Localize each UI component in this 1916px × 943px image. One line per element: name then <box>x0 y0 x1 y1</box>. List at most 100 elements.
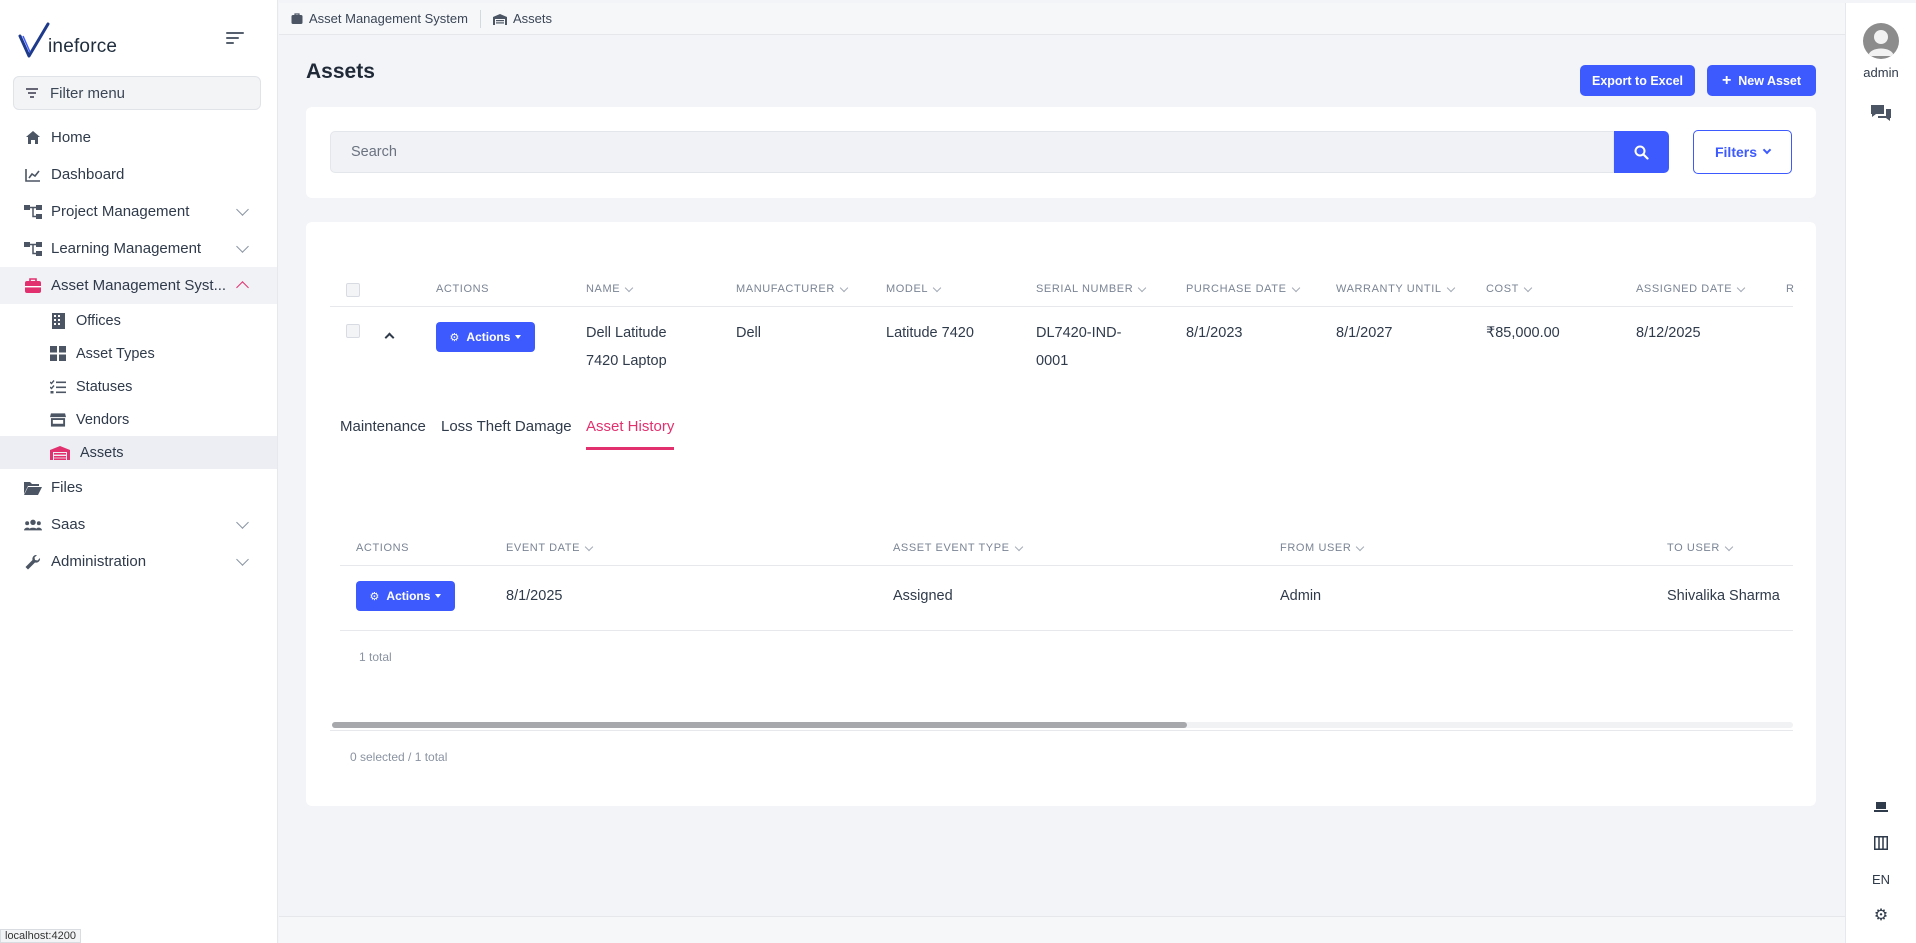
column-header-purchase-date[interactable]: Purchase Date <box>1186 283 1300 295</box>
sidebar-item-label: Home <box>51 129 92 146</box>
sidebar-subitem-label: Asset Types <box>76 345 155 362</box>
tab-label: Asset History <box>586 418 675 435</box>
collapse-row-chevron-up-icon[interactable] <box>384 332 395 343</box>
cell-name-line-2: 7420 Laptop <box>586 353 667 369</box>
column-header-label: From User <box>1280 542 1352 554</box>
sidebar-collapse-icon[interactable] <box>226 30 246 46</box>
horizontal-scrollbar-thumb[interactable] <box>332 722 1187 728</box>
sidebar-item-dashboard[interactable]: Dashboard <box>0 156 277 193</box>
search-button[interactable] <box>1614 131 1669 173</box>
caret-down-icon <box>515 335 522 339</box>
plus-icon: + <box>1721 71 1732 89</box>
logo-v-mark <box>18 22 50 58</box>
selection-summary: 0 selected / 1 total <box>350 750 448 764</box>
laptop-icon[interactable] <box>1846 801 1916 813</box>
history-column-header-event-date[interactable]: Event Date <box>506 542 594 554</box>
sidebar-item-asset-management[interactable]: Asset Management Syst... <box>0 267 277 304</box>
sidebar: ineforce Filter menu Home Dashboard Proj… <box>0 0 278 943</box>
column-header-model[interactable]: Model <box>886 283 942 295</box>
column-header-serial-number[interactable]: Serial Number <box>1036 283 1147 295</box>
sidebar-subitem-label: Offices <box>76 312 121 329</box>
user-name[interactable]: admin <box>1846 65 1916 80</box>
tab-asset-history[interactable]: Asset History <box>586 418 674 435</box>
chart-line-icon <box>24 166 42 184</box>
column-header-label: R <box>1786 283 1795 295</box>
user-avatar-icon <box>1868 30 1894 56</box>
sidebar-subitem-statuses[interactable]: Statuses <box>0 370 277 403</box>
column-header-label: Event Date <box>506 542 581 554</box>
sort-chevron-icon <box>932 283 942 292</box>
table-footer-divider <box>330 730 1793 731</box>
avatar[interactable] <box>1863 23 1899 59</box>
page-footer <box>279 916 1845 943</box>
actions-button-label: Actions <box>386 589 431 603</box>
breadcrumb-item-asset-management[interactable]: Asset Management System <box>291 11 468 26</box>
chat-icon[interactable] <box>1846 103 1916 123</box>
sidebar-subitem-assets[interactable]: Assets <box>0 436 277 469</box>
sidebar-subitem-asset-types[interactable]: Asset Types <box>0 337 277 370</box>
tab-label: Loss Theft Damage <box>441 418 572 435</box>
history-column-header-to-user[interactable]: To User <box>1667 542 1734 554</box>
toolbox-icon <box>24 277 42 295</box>
chevron-down-icon <box>236 203 249 216</box>
search-input[interactable]: Search <box>330 131 1614 173</box>
history-column-header-actions: Actions <box>356 542 409 554</box>
sidebar-subitem-offices[interactable]: Offices <box>0 304 277 337</box>
column-header-warranty-until[interactable]: Warranty Until <box>1336 283 1455 295</box>
column-header-label: Actions <box>436 283 490 295</box>
column-header-label: To User <box>1667 542 1720 554</box>
row-actions-button[interactable]: ⚙ Actions <box>436 322 535 352</box>
search-placeholder: Search <box>351 144 397 160</box>
filters-button-label: Filters <box>1714 144 1757 160</box>
column-header-assigned-date[interactable]: Assigned Date <box>1636 283 1746 295</box>
sidebar-item-saas[interactable]: Saas <box>0 506 277 543</box>
breadcrumb: Asset Management System Assets <box>279 3 1845 35</box>
cell-assigned-date: 8/12/2025 <box>1636 325 1701 341</box>
column-header-label: Warranty Until <box>1336 283 1442 295</box>
sort-chevron-icon <box>584 542 594 551</box>
history-total: 1 total <box>359 650 392 664</box>
filter-menu-placeholder: Filter menu <box>50 84 126 102</box>
sidebar-subitem-vendors[interactable]: Vendors <box>0 403 277 436</box>
history-row-actions-button[interactable]: ⚙ Actions <box>356 581 455 611</box>
sidebar-item-administration[interactable]: Administration <box>0 543 277 580</box>
sidebar-item-project-management[interactable]: Project Management <box>0 193 277 230</box>
sidebar-item-files[interactable]: Files <box>0 469 277 506</box>
cell-cost: ₹85,000.00 <box>1486 325 1560 341</box>
chevron-down-icon <box>1762 145 1772 155</box>
sort-chevron-icon <box>1291 283 1300 292</box>
export-to-excel-button[interactable]: Export to Excel <box>1580 65 1695 96</box>
settings-gear-icon[interactable]: ⚙ <box>1846 908 1916 924</box>
filter-menu-input[interactable]: Filter menu <box>13 76 261 110</box>
history-cell-event-date: 8/1/2025 <box>506 588 563 604</box>
columns-icon[interactable] <box>1846 836 1916 850</box>
select-all-checkbox[interactable] <box>346 283 360 297</box>
filters-button[interactable]: Filters <box>1693 130 1792 174</box>
warehouse-icon <box>492 13 507 25</box>
sidebar-item-learning-management[interactable]: Learning Management <box>0 230 277 267</box>
history-column-header-from-user[interactable]: From User <box>1280 542 1365 554</box>
chevron-down-icon <box>236 240 249 253</box>
sidebar-subitem-label: Assets <box>80 444 124 461</box>
assets-table-card: Actions Name Manufacturer Model Serial N… <box>306 222 1816 806</box>
breadcrumb-item-assets[interactable]: Assets <box>492 11 552 26</box>
vineforce-logo[interactable]: ineforce <box>18 20 117 60</box>
new-asset-button[interactable]: + New Asset <box>1707 65 1816 96</box>
row-checkbox[interactable] <box>346 324 360 338</box>
wrench-icon <box>24 553 42 571</box>
column-header-label: Asset Event Type <box>893 542 1010 554</box>
tab-loss-theft-damage[interactable]: Loss Theft Damage <box>441 418 572 435</box>
language-selector[interactable]: EN <box>1846 872 1916 887</box>
logo-text: ineforce <box>48 36 118 57</box>
list-check-icon <box>50 379 66 395</box>
column-header-manufacturer[interactable]: Manufacturer <box>736 283 849 295</box>
sort-chevron-icon <box>1138 283 1147 292</box>
history-column-header-asset-event-type[interactable]: Asset Event Type <box>893 542 1023 554</box>
sidebar-item-home[interactable]: Home <box>0 119 277 156</box>
column-header-label: Model <box>886 283 929 295</box>
column-header-name[interactable]: Name <box>586 283 634 295</box>
search-icon <box>1634 145 1649 160</box>
column-header-cost[interactable]: Cost <box>1486 283 1533 295</box>
cell-model: Latitude 7420 <box>886 325 974 341</box>
tab-maintenance[interactable]: Maintenance <box>340 418 426 435</box>
